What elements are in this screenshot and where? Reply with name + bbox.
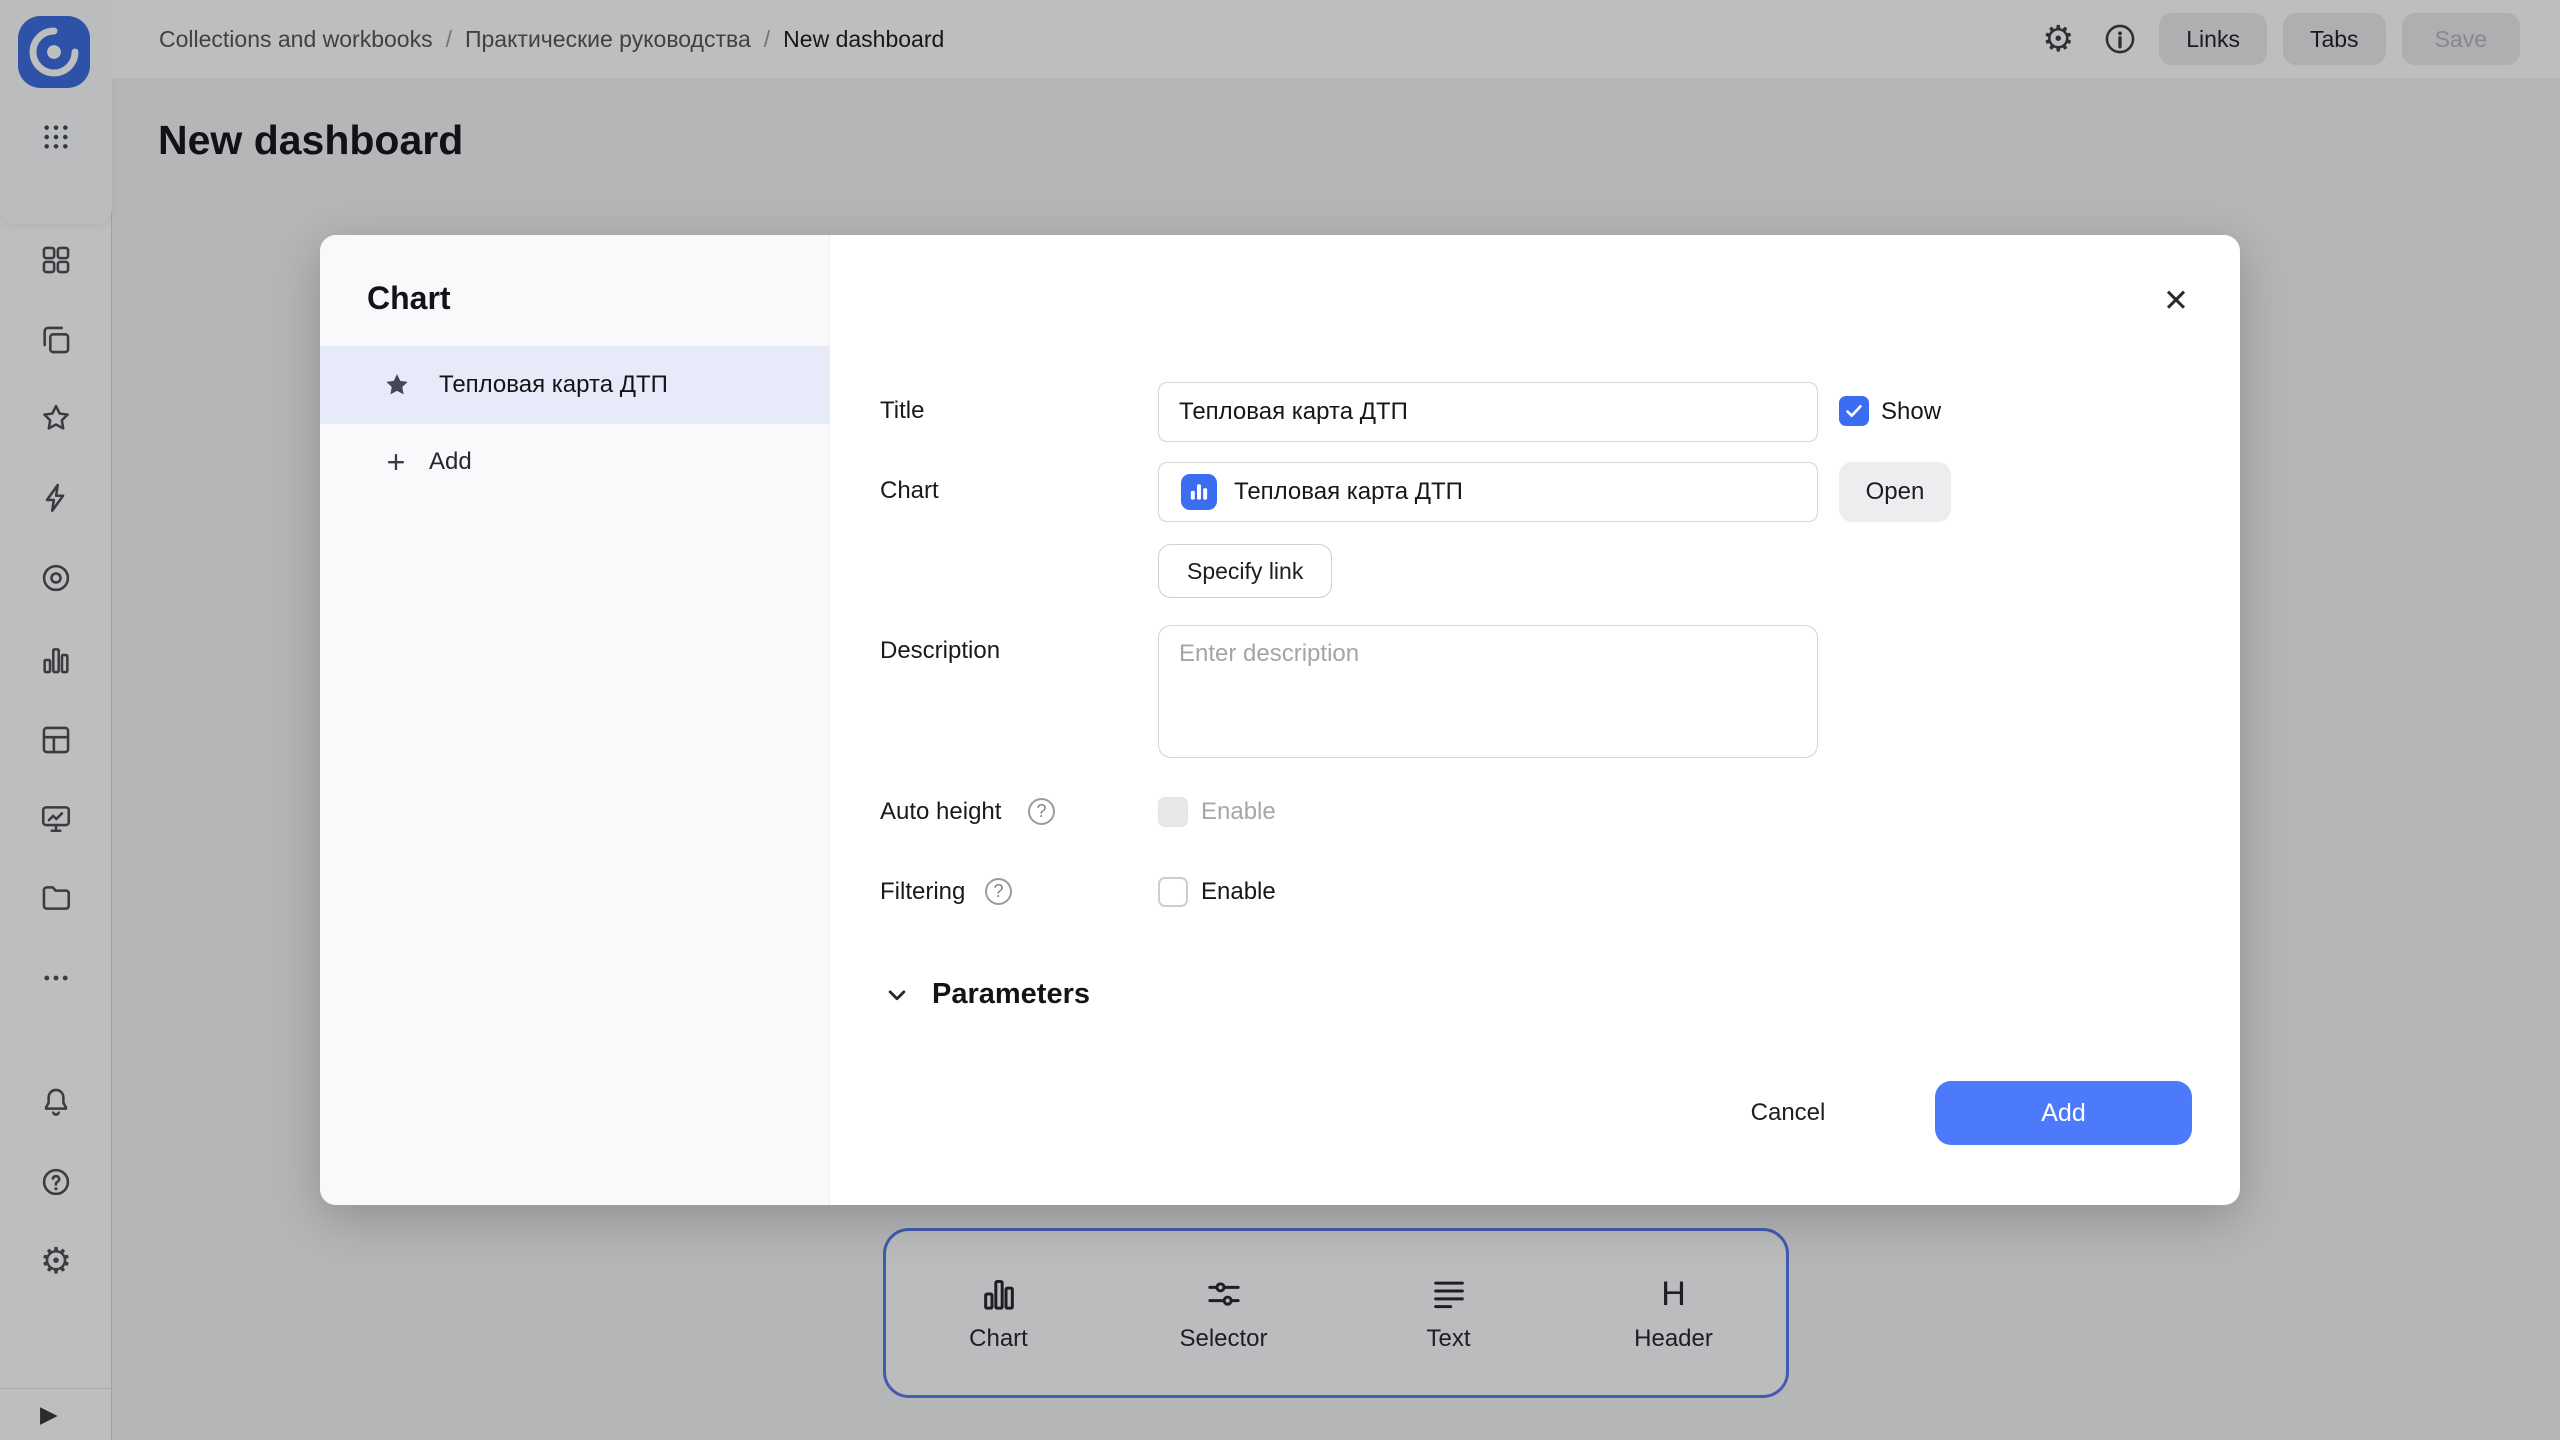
title-input[interactable] [1158,382,1818,442]
filtering-label-text: Filtering [880,878,966,905]
chart-label: Chart [880,477,939,505]
add-chart-item-button[interactable]: + Add [320,432,830,492]
filtering-checkbox[interactable] [1158,877,1188,907]
question-mark-glyph: ? [993,881,1004,901]
description-textarea[interactable] [1158,625,1818,758]
chart-dialog: Chart Тепловая карта ДТП + Add ✕ Title S… [320,235,2240,1205]
description-label-text: Description [880,637,1001,664]
chart-field-value: Тепловая карта ДТП [1234,478,1463,505]
chart-type-icon [1181,474,1217,510]
add-chart-item-label: Add [429,448,472,475]
dialog-side-panel: Chart Тепловая карта ДТП + Add [320,235,830,1205]
parameters-label: Parameters [932,978,1090,1010]
close-button[interactable]: ✕ [2151,275,2201,325]
chart-list-item-label: Тепловая карта ДТП [439,371,668,398]
filtering-enable-label: Enable [1201,878,1276,905]
title-label: Title [880,397,924,425]
close-icon: ✕ [2163,282,2189,318]
auto-height-label: Auto height [880,798,1001,826]
auto-height-enable-label: Enable [1201,798,1276,825]
show-checkbox[interactable] [1839,396,1869,426]
title-label-text: Title [880,397,925,424]
chart-select-field[interactable]: Тепловая карта ДТП [1158,462,1818,522]
question-mark-glyph: ? [1036,801,1047,821]
auto-height-help-icon[interactable]: ? [1028,798,1055,825]
plus-icon: + [386,444,406,480]
auto-height-label-text: Auto height [880,798,1002,825]
cancel-button[interactable]: Cancel [1728,1081,1848,1145]
open-button[interactable]: Open [1839,462,1951,522]
filtering-help-icon[interactable]: ? [985,878,1012,905]
description-label: Description [880,637,1000,665]
check-icon [1846,405,1862,417]
specify-link-button[interactable]: Specify link [1158,544,1333,598]
add-button[interactable]: Add [1935,1081,2192,1145]
chart-list-item[interactable]: Тепловая карта ДТП [320,346,830,424]
show-checkbox-label: Show [1881,398,1942,425]
dialog-title: Chart [367,280,451,316]
star-filled-icon [382,370,412,400]
parameters-toggle[interactable]: Parameters [882,978,1090,1011]
auto-height-checkbox[interactable] [1158,797,1188,827]
chevron-down-icon [888,990,906,1000]
filtering-label: Filtering [880,878,965,906]
chart-label-text: Chart [880,477,939,504]
